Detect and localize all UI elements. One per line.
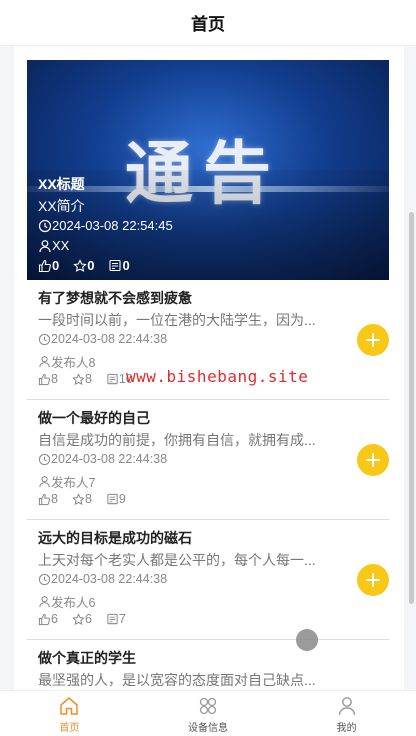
favorite-stat[interactable]: 8 xyxy=(72,372,92,386)
floating-assist-button[interactable] xyxy=(296,629,318,651)
plus-icon xyxy=(366,573,380,587)
user-icon xyxy=(336,695,358,717)
item-desc: 一段时间以前，一位在港的大陆学生，因为... xyxy=(38,312,316,328)
item-stats-row: 6 6 7 xyxy=(38,612,140,626)
item-author-row: 发布人6 xyxy=(38,592,95,611)
item-time: 2024-03-08 22:44:38 xyxy=(51,332,168,346)
banner-favorite-stat[interactable]: 0 xyxy=(73,258,94,273)
star-icon xyxy=(72,612,85,626)
list-item[interactable]: 做个真正的学生 最坚强的人，是以宽容的态度面对自己缺点... xyxy=(27,640,389,690)
banner-favorite-count: 0 xyxy=(87,258,95,273)
banner-author: XX xyxy=(52,238,70,253)
item-desc: 最坚强的人，是以宽容的态度面对自己缺点... xyxy=(38,672,316,688)
add-button[interactable] xyxy=(357,564,389,596)
item-title: 有了梦想就不会感到疲惫 xyxy=(38,290,192,306)
thumbs-up-icon xyxy=(38,613,51,626)
list-item[interactable]: 远大的目标是成功的磁石 上天对每个老实人都是公平的，每个人每一... 2024-… xyxy=(27,520,389,640)
like-count: 8 xyxy=(51,492,58,506)
add-button[interactable] xyxy=(357,444,389,476)
item-time: 2024-03-08 22:44:38 xyxy=(51,572,168,586)
comment-icon xyxy=(108,259,122,273)
home-icon xyxy=(58,695,80,717)
plus-icon xyxy=(366,453,380,467)
favorite-count: 6 xyxy=(84,612,92,626)
add-button[interactable] xyxy=(357,324,389,356)
banner-time: 2024-03-08 22:54:45 xyxy=(52,218,173,233)
watermark-text: www.bishebang.site xyxy=(126,367,309,386)
banner-comment-stat[interactable]: 0 xyxy=(108,258,130,273)
bottom-tab-bar: 首页 设备信息 我的 xyxy=(0,690,416,736)
banner-time-row: 2024-03-08 22:54:45 xyxy=(38,218,173,233)
tab-mine[interactable]: 我的 xyxy=(277,691,416,736)
item-author: 发布人6 xyxy=(51,596,96,610)
banner-intro: XX简介 xyxy=(38,198,85,214)
user-icon xyxy=(38,595,51,608)
clock-icon xyxy=(38,219,52,233)
comment-count: 7 xyxy=(118,612,126,626)
star-icon xyxy=(72,492,85,506)
favorite-count: 8 xyxy=(84,372,92,386)
item-author: 发布人7 xyxy=(51,476,96,490)
tab-device-info[interactable]: 设备信息 xyxy=(139,691,278,736)
like-stat[interactable]: 6 xyxy=(38,612,58,626)
banner-title: XX标题 xyxy=(38,176,85,192)
item-title: 做个真正的学生 xyxy=(38,650,136,666)
banner-like-count: 0 xyxy=(52,258,60,273)
item-author: 发布人8 xyxy=(51,356,96,370)
clock-icon xyxy=(38,453,51,466)
list-item[interactable]: 做一个最好的自己 自信是成功的前提，你拥有自信，就拥有成... 2024-03-… xyxy=(27,400,389,520)
item-time: 2024-03-08 22:44:38 xyxy=(51,452,168,466)
user-icon xyxy=(38,355,51,368)
clock-icon xyxy=(38,573,51,586)
comment-icon xyxy=(106,613,119,626)
item-author-row: 发布人7 xyxy=(38,472,95,491)
comment-count: 9 xyxy=(118,492,126,506)
page-title: 首页 xyxy=(191,15,225,34)
left-gutter xyxy=(0,46,14,690)
item-time-row: 2024-03-08 22:44:38 xyxy=(38,452,167,466)
banner-author-row: XX xyxy=(38,238,69,253)
banner-comment-count: 0 xyxy=(122,258,130,273)
item-author-row: 发布人8 xyxy=(38,352,95,371)
comment-stat[interactable]: 7 xyxy=(106,612,126,626)
notice-banner[interactable]: 通告 XX标题 XX简介 2024-03-08 22:54:45 XX 0 xyxy=(27,60,389,280)
star-icon xyxy=(72,372,85,386)
top-bar: 首页 xyxy=(0,0,416,46)
tab-device-info-label: 设备信息 xyxy=(187,722,228,734)
user-icon xyxy=(38,475,51,488)
comment-icon xyxy=(106,373,119,386)
favorite-count: 8 xyxy=(84,492,92,506)
item-desc: 上天对每个老实人都是公平的，每个人每一... xyxy=(38,552,316,568)
item-time-row: 2024-03-08 22:44:38 xyxy=(38,572,167,586)
thumbs-up-icon xyxy=(38,373,51,386)
banner-like-stat[interactable]: 0 xyxy=(38,258,59,273)
tab-home[interactable]: 首页 xyxy=(0,691,139,736)
item-title: 做一个最好的自己 xyxy=(38,410,150,426)
clock-icon xyxy=(38,333,51,346)
item-title: 远大的目标是成功的磁石 xyxy=(38,530,192,546)
banner-stats-row: 0 0 0 xyxy=(38,258,144,273)
item-desc: 自信是成功的前提，你拥有自信，就拥有成... xyxy=(38,432,316,448)
grid-icon xyxy=(197,695,219,717)
user-icon xyxy=(38,239,52,253)
star-icon xyxy=(73,258,87,273)
plus-icon xyxy=(366,333,380,347)
like-stat[interactable]: 8 xyxy=(38,492,58,506)
favorite-stat[interactable]: 6 xyxy=(72,612,92,626)
thumbs-up-icon xyxy=(38,259,52,273)
like-count: 8 xyxy=(51,372,58,386)
comment-stat[interactable]: 9 xyxy=(106,492,126,506)
tab-home-label: 首页 xyxy=(59,722,80,734)
tab-mine-label: 我的 xyxy=(336,722,357,734)
thumbs-up-icon xyxy=(38,493,51,506)
like-count: 6 xyxy=(51,612,58,626)
scrollbar[interactable] xyxy=(409,212,414,604)
like-stat[interactable]: 8 xyxy=(38,372,58,386)
favorite-stat[interactable]: 8 xyxy=(72,492,92,506)
item-time-row: 2024-03-08 22:44:38 xyxy=(38,332,167,346)
item-stats-row: 8 8 9 xyxy=(38,492,140,506)
comment-icon xyxy=(106,493,119,506)
